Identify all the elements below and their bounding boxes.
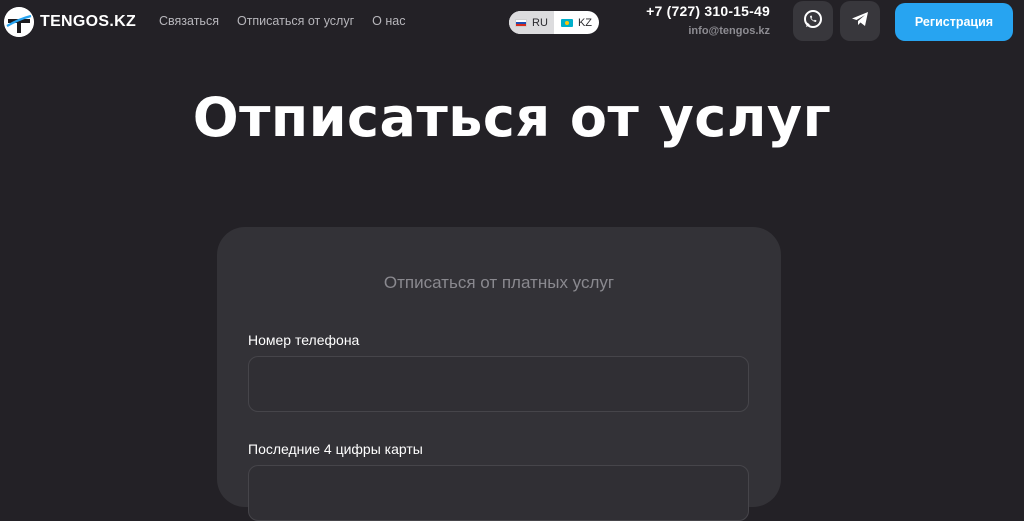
whatsapp-button[interactable] <box>793 1 833 41</box>
logo[interactable]: TENGOS.KZ <box>4 6 136 38</box>
email-link[interactable]: info@tengos.kz <box>646 25 770 37</box>
language-option-ru[interactable]: RU <box>509 11 554 34</box>
logo-icon <box>4 7 34 37</box>
contacts: +7 (727) 310-15-49 info@tengos.kz <box>646 3 770 37</box>
telegram-icon <box>850 9 870 34</box>
page-title: Отписаться от услуг <box>192 86 832 149</box>
unsubscribe-form-card: Отписаться от платных услуг Номер телефо… <box>217 227 781 521</box>
language-code-kz: KZ <box>577 16 593 29</box>
nav-item-unsubscribe[interactable]: Отписаться от услуг <box>237 14 354 28</box>
nav-item-about[interactable]: О нас <box>372 14 405 28</box>
flag-ru-icon <box>515 18 528 27</box>
telegram-button[interactable] <box>840 1 880 41</box>
language-switcher: RU KZ <box>509 11 599 34</box>
nav-item-contact[interactable]: Связаться <box>159 14 219 28</box>
language-option-kz[interactable]: KZ <box>554 11 599 34</box>
flag-kz-icon <box>560 18 573 27</box>
language-code-ru: RU <box>532 16 548 29</box>
phone-link[interactable]: +7 (727) 310-15-49 <box>646 3 770 19</box>
phone-field-label: Номер телефона <box>248 332 360 348</box>
header: TENGOS.KZ Связаться Отписаться от услуг … <box>0 0 1024 44</box>
form-title: Отписаться от платных услуг <box>383 273 615 292</box>
logo-text: TENGOS.KZ <box>40 13 137 30</box>
register-button[interactable]: Регистрация <box>895 3 1013 41</box>
card-digits-input[interactable] <box>248 465 749 521</box>
phone-input[interactable] <box>248 356 749 412</box>
whatsapp-icon <box>803 9 823 34</box>
card-digits-field-label: Последние 4 цифры карты <box>248 441 423 457</box>
main-nav: Связаться Отписаться от услуг О нас <box>159 14 405 28</box>
